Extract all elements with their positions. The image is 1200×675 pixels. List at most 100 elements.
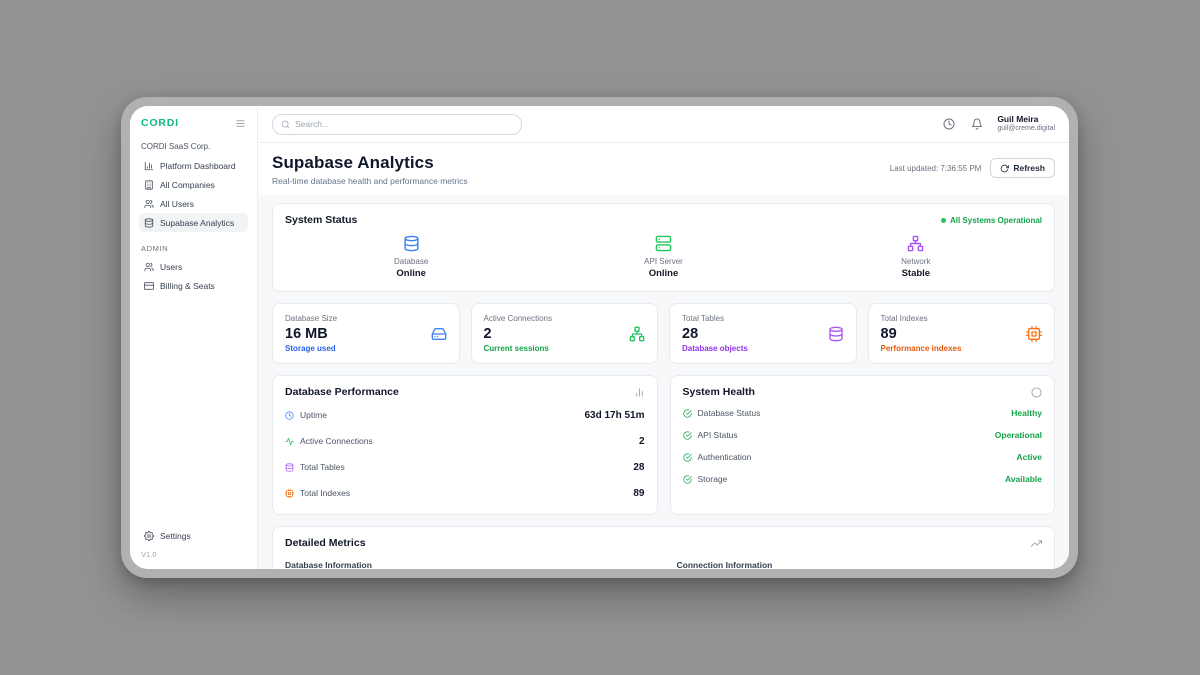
database-icon: [403, 235, 420, 252]
status-col-network: Network Stable: [790, 235, 1042, 279]
health-label: Authentication: [698, 452, 752, 462]
stat-value: 89: [633, 488, 644, 499]
system-health-card: System Health Database Status Healthy AP…: [670, 375, 1056, 515]
health-row-api-status: API Status Operational: [683, 424, 1043, 446]
sidebar-item-label: Supabase Analytics: [160, 218, 234, 228]
hard-drive-icon: [431, 326, 447, 342]
metric-card-total-indexes: Total Indexes 89 Performance indexes: [868, 303, 1056, 364]
status-value: Online: [396, 268, 426, 279]
clock-icon: [285, 411, 294, 420]
check-circle-icon: [683, 475, 692, 484]
stat-label: Active Connections: [300, 436, 373, 446]
building-icon: [144, 180, 154, 190]
metric-label: Total Indexes: [881, 314, 1043, 323]
metric-label: Database Size: [285, 314, 447, 323]
users-icon: [144, 262, 154, 272]
health-value: Healthy: [1011, 408, 1042, 418]
bar-chart-icon: [144, 161, 154, 171]
page-header: Supabase Analytics Real-time database he…: [258, 143, 1069, 195]
status-dot-icon: [941, 218, 946, 223]
search-box[interactable]: [272, 114, 522, 135]
page-title: Supabase Analytics: [272, 153, 468, 173]
stat-row-uptime: Uptime 63d 17h 51m: [285, 402, 645, 428]
health-row-authentication: Authentication Active: [683, 446, 1043, 468]
content: System Status All Systems Operational Da…: [258, 195, 1069, 569]
status-name: API Server: [644, 257, 683, 266]
users-icon: [144, 199, 154, 209]
database-information-col: Database Information Database Size: 16 M…: [285, 560, 651, 569]
status-value: Stable: [902, 268, 931, 279]
sidebar-item-label: All Companies: [160, 180, 215, 190]
status-name: Network: [901, 257, 930, 266]
cpu-icon: [1026, 326, 1042, 342]
detail-col-heading: Database Information: [285, 560, 651, 569]
network-icon: [629, 326, 645, 342]
sidebar-item-label: Settings: [160, 531, 191, 541]
health-value: Operational: [995, 430, 1042, 440]
gear-icon: [144, 531, 154, 541]
refresh-label: Refresh: [1013, 163, 1045, 173]
metrics-row: Database Size 16 MB Storage used Active …: [272, 303, 1055, 364]
stat-row-total-tables: Total Tables 28: [285, 454, 645, 480]
database-icon: [144, 218, 154, 228]
network-icon: [907, 235, 924, 252]
main-area: Guil Meira guil@creme.digital Supabase A…: [258, 106, 1069, 569]
status-col-database: Database Online: [285, 235, 537, 279]
brand-logo: CORDI: [141, 117, 179, 129]
metric-value: 89: [881, 326, 1043, 342]
stat-label: Uptime: [300, 410, 327, 420]
sidebar-item-label: Users: [160, 262, 182, 272]
trending-up-icon: [1031, 538, 1042, 549]
health-row-storage: Storage Available: [683, 468, 1043, 490]
user-profile[interactable]: Guil Meira guil@creme.digital: [997, 114, 1055, 133]
metric-value: 2: [484, 326, 646, 342]
clock-icon[interactable]: [941, 116, 957, 132]
metric-card-total-tables: Total Tables 28 Database objects: [669, 303, 857, 364]
health-label: API Status: [698, 430, 738, 440]
stat-row-active-connections: Active Connections 2: [285, 428, 645, 454]
bell-icon[interactable]: [969, 116, 985, 132]
check-circle-icon: [683, 431, 692, 440]
metric-label: Active Connections: [484, 314, 646, 323]
sidebar-item-users[interactable]: Users: [139, 257, 248, 276]
metric-value: 28: [682, 326, 844, 342]
detail-col-heading: Connection Information: [677, 560, 1043, 569]
cpu-icon: [285, 489, 294, 498]
system-status-title: System Status: [285, 214, 357, 226]
page-subtitle: Real-time database health and performanc…: [272, 176, 468, 186]
credit-card-icon: [144, 281, 154, 291]
database-icon: [828, 326, 844, 342]
database-icon: [285, 463, 294, 472]
sidebar-item-label: Billing & Seats: [160, 281, 215, 291]
sidebar-item-all-companies[interactable]: All Companies: [139, 175, 248, 194]
metric-label: Total Tables: [682, 314, 844, 323]
menu-icon[interactable]: [235, 118, 246, 129]
sidebar-item-supabase-analytics[interactable]: Supabase Analytics: [139, 213, 248, 232]
stat-row-total-indexes: Total Indexes 89: [285, 480, 645, 506]
metric-sublabel: Current sessions: [484, 344, 646, 353]
sidebar-item-platform-dashboard[interactable]: Platform Dashboard: [139, 156, 248, 175]
refresh-button[interactable]: Refresh: [990, 158, 1055, 178]
detailed-metrics-title: Detailed Metrics: [285, 537, 366, 549]
search-input[interactable]: [295, 119, 513, 129]
overall-status-badge: All Systems Operational: [941, 216, 1042, 225]
check-circle-icon: [683, 409, 692, 418]
health-label: Database Status: [698, 408, 761, 418]
health-row-database-status: Database Status Healthy: [683, 402, 1043, 424]
panels-row: Database Performance Uptime 63d 17h 51m …: [272, 375, 1055, 515]
stat-label: Total Indexes: [300, 488, 350, 498]
bar-chart-icon: [634, 387, 645, 398]
status-name: Database: [394, 257, 428, 266]
sidebar-item-label: Platform Dashboard: [160, 161, 236, 171]
server-icon: [655, 235, 672, 252]
metric-sublabel: Performance indexes: [881, 344, 1043, 353]
stat-value: 28: [633, 462, 644, 473]
sidebar-item-billing-seats[interactable]: Billing & Seats: [139, 276, 248, 295]
sidebar-item-all-users[interactable]: All Users: [139, 194, 248, 213]
status-value: Online: [649, 268, 679, 279]
metric-card-database-size: Database Size 16 MB Storage used: [272, 303, 460, 364]
stat-label: Total Tables: [300, 462, 345, 472]
sidebar-item-settings[interactable]: Settings: [139, 526, 248, 545]
check-circle-icon: [683, 453, 692, 462]
stat-value: 2: [639, 436, 645, 447]
